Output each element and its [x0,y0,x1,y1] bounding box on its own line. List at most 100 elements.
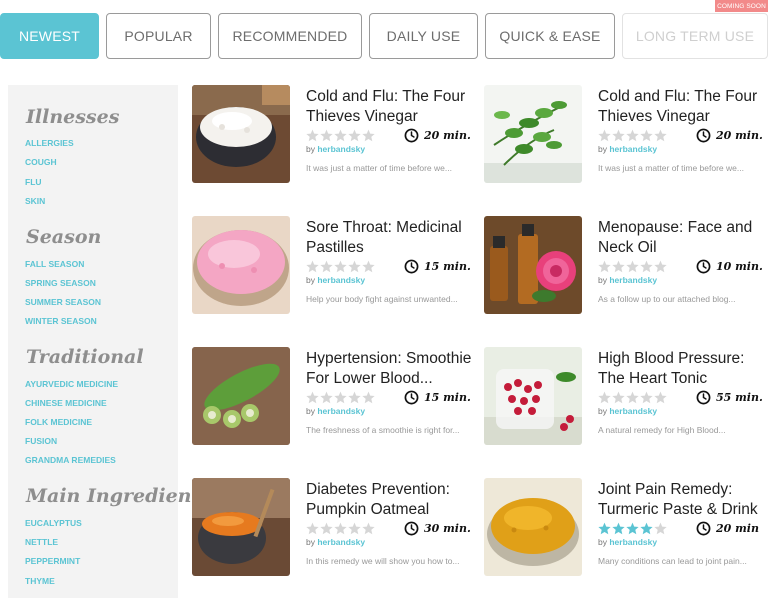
star-icon[interactable] [334,129,347,142]
star-icon[interactable] [598,260,611,273]
star-icon[interactable] [612,522,625,535]
tab-quick-ease[interactable]: QUICK & EASE [485,13,615,59]
star-icon[interactable] [348,129,361,142]
recipe-card[interactable]: High Blood Pressure: The Heart Tonic 55 m… [484,347,768,447]
star-icon[interactable] [362,129,375,142]
sidebar-link-eucalyptus[interactable]: EUCALYPTUS [25,518,82,528]
star-icon[interactable] [626,522,639,535]
author-link[interactable]: herbandsky [317,144,365,154]
recipe-title[interactable]: High Blood Pressure: The Heart Tonic [598,349,768,388]
star-icon[interactable] [362,391,375,404]
star-icon[interactable] [598,522,611,535]
rating-stars[interactable] [306,522,375,535]
star-icon[interactable] [348,522,361,535]
star-icon[interactable] [348,391,361,404]
rating-stars[interactable] [306,129,375,142]
sidebar-link-cough[interactable]: COUGH [25,157,57,167]
recipe-card[interactable]: Sore Throat: Medicinal Pastilles 15 min. b… [192,216,482,316]
star-icon[interactable] [654,129,667,142]
recipe-card[interactable]: Joint Pain Remedy: Turmeric Paste & Drin… [484,478,768,578]
star-icon[interactable] [320,391,333,404]
star-icon[interactable] [654,391,667,404]
star-icon[interactable] [320,129,333,142]
recipe-image[interactable] [192,478,290,576]
recipe-card[interactable]: Diabetes Prevention: Pumpkin Oatmeal 30 m… [192,478,482,578]
star-icon[interactable] [626,391,639,404]
star-icon[interactable] [306,522,319,535]
star-icon[interactable] [654,522,667,535]
rating-stars[interactable] [598,522,667,535]
author-link[interactable]: herbandsky [609,537,657,547]
sidebar-link-peppermint[interactable]: PEPPERMINT [25,556,80,566]
recipe-image[interactable] [192,347,290,445]
author-link[interactable]: herbandsky [609,275,657,285]
recipe-title[interactable]: Hypertension: Smoothie For Lower Blood..… [306,349,476,388]
star-icon[interactable] [626,260,639,273]
star-icon[interactable] [640,391,653,404]
star-icon[interactable] [320,522,333,535]
recipe-title[interactable]: Menopause: Face and Neck Oil [598,218,768,257]
star-icon[interactable] [334,391,347,404]
recipe-card[interactable]: Cold and Flu: The Four Thieves Vinegar 20… [192,85,482,185]
rating-stars[interactable] [306,391,375,404]
sidebar-link-chinese-medicine[interactable]: CHINESE MEDICINE [25,398,107,408]
sidebar-link-summer-season[interactable]: SUMMER SEASON [25,297,101,307]
tab-newest[interactable]: NEWEST [0,13,99,59]
sidebar-link-grandma-remedies[interactable]: GRANDMA REMEDIES [25,455,116,465]
star-icon[interactable] [320,260,333,273]
star-icon[interactable] [334,522,347,535]
sidebar-link-skin[interactable]: SKIN [25,196,45,206]
rating-stars[interactable] [598,391,667,404]
sidebar-link-spring-season[interactable]: SPRING SEASON [25,278,96,288]
sidebar-link-allergies[interactable]: ALLERGIES [25,138,74,148]
star-icon[interactable] [362,522,375,535]
recipe-image[interactable] [484,216,582,314]
recipe-image[interactable] [484,478,582,576]
tab-recommended[interactable]: RECOMMENDED [218,13,362,59]
author-link[interactable]: herbandsky [317,537,365,547]
tab-daily-use[interactable]: DAILY USE [369,13,478,59]
star-icon[interactable] [612,129,625,142]
star-icon[interactable] [654,260,667,273]
recipe-title[interactable]: Sore Throat: Medicinal Pastilles [306,218,476,257]
recipe-image[interactable] [484,347,582,445]
star-icon[interactable] [306,391,319,404]
star-icon[interactable] [348,260,361,273]
sidebar-link-fusion[interactable]: FUSION [25,436,57,446]
star-icon[interactable] [334,260,347,273]
star-icon[interactable] [640,260,653,273]
recipe-image[interactable] [192,216,290,314]
sidebar-link-winter-season[interactable]: WINTER SEASON [25,316,97,326]
sidebar-link-nettle[interactable]: NETTLE [25,537,58,547]
rating-stars[interactable] [598,260,667,273]
sidebar-link-flu[interactable]: FLU [25,177,42,187]
star-icon[interactable] [598,129,611,142]
star-icon[interactable] [362,260,375,273]
author-link[interactable]: herbandsky [609,144,657,154]
author-link[interactable]: herbandsky [317,406,365,416]
sidebar-link-fall-season[interactable]: FALL SEASON [25,259,84,269]
recipe-image[interactable] [484,85,582,183]
recipe-title[interactable]: Cold and Flu: The Four Thieves Vinegar [306,87,476,126]
star-icon[interactable] [640,522,653,535]
recipe-title[interactable]: Cold and Flu: The Four Thieves Vinegar [598,87,768,126]
sidebar-link-folk-medicine[interactable]: FOLK MEDICINE [25,417,92,427]
star-icon[interactable] [626,129,639,142]
author-link[interactable]: herbandsky [609,406,657,416]
sidebar-link-ayurvedic-medicine[interactable]: AYURVEDIC MEDICINE [25,379,118,389]
star-icon[interactable] [306,260,319,273]
rating-stars[interactable] [306,260,375,273]
tab-popular[interactable]: POPULAR [106,13,211,59]
recipe-card[interactable]: Cold and Flu: The Four Thieves Vinegar 20… [484,85,768,185]
sidebar-link-thyme[interactable]: THYME [25,576,55,586]
recipe-title[interactable]: Diabetes Prevention: Pumpkin Oatmeal [306,480,476,519]
star-icon[interactable] [640,129,653,142]
author-link[interactable]: herbandsky [317,275,365,285]
star-icon[interactable] [306,129,319,142]
recipe-title[interactable]: Joint Pain Remedy: Turmeric Paste & Drin… [598,480,768,519]
star-icon[interactable] [612,260,625,273]
star-icon[interactable] [598,391,611,404]
recipe-image[interactable] [192,85,290,183]
star-icon[interactable] [612,391,625,404]
recipe-card[interactable]: Hypertension: Smoothie For Lower Blood..… [192,347,482,447]
